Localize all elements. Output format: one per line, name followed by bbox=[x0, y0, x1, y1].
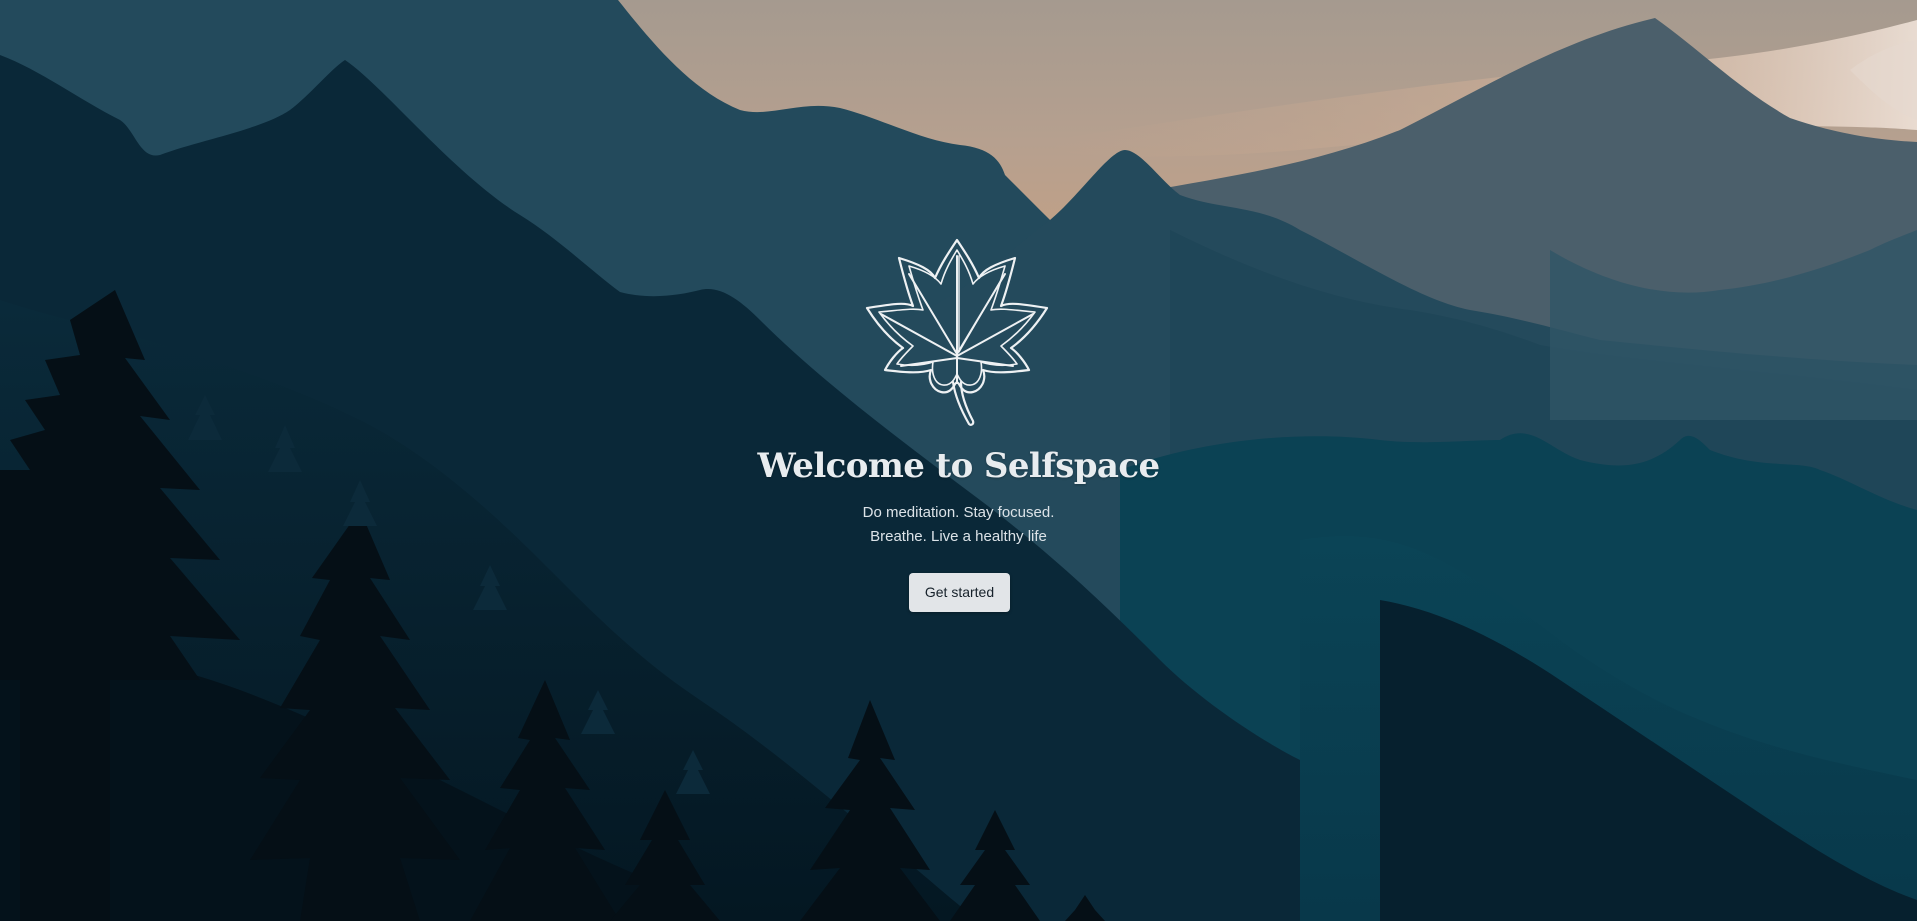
welcome-screen: Welcome to Selfspace Do meditation. Stay… bbox=[0, 0, 1917, 921]
tagline-line-2: Breathe. Live a healthy life bbox=[870, 528, 1047, 545]
page-title: Welcome to Selfspace bbox=[757, 446, 1160, 486]
get-started-button[interactable]: Get started bbox=[909, 573, 1010, 612]
hero-section: Welcome to Selfspace Do meditation. Stay… bbox=[0, 0, 1917, 921]
maple-leaf-icon bbox=[855, 234, 1060, 429]
tagline-line-1: Do meditation. Stay focused. bbox=[862, 504, 1055, 521]
